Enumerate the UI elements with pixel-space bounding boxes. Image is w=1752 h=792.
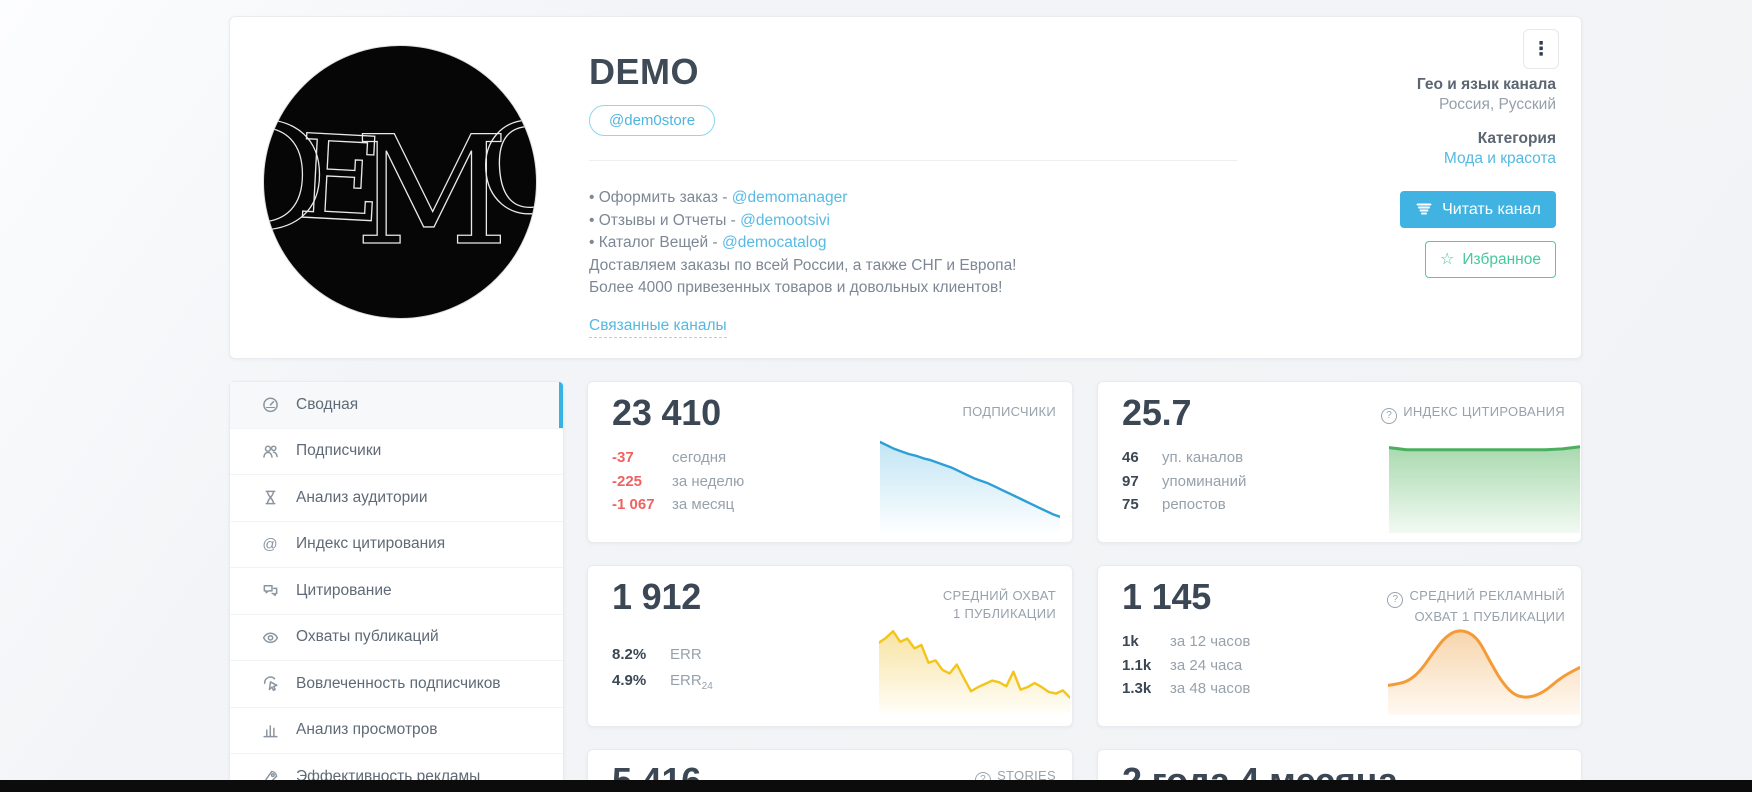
read-channel-icon bbox=[1416, 203, 1432, 215]
sidebar-item-engagement[interactable]: Вовлеченность подписчиков bbox=[230, 661, 563, 708]
sidebar-item-summary[interactable]: Сводная bbox=[230, 382, 563, 429]
sidebar-item-citations[interactable]: Цитирование bbox=[230, 568, 563, 615]
citation-index-sparkline bbox=[1387, 444, 1582, 533]
hourglass-icon bbox=[260, 489, 280, 506]
divider bbox=[589, 160, 1237, 161]
related-channels-link[interactable]: Связанные каналы bbox=[589, 317, 727, 338]
favorite-button[interactable]: ☆ Избранное bbox=[1425, 241, 1556, 278]
sidebar-item-views-analysis[interactable]: Анализ просмотров bbox=[230, 708, 563, 754]
description-line: • Отзывы и Отчеты - @demootsivi bbox=[589, 211, 830, 229]
subscribers-value: 23 410 bbox=[612, 392, 721, 433]
users-icon bbox=[260, 443, 280, 460]
help-icon[interactable]: ? bbox=[1387, 592, 1404, 608]
ad-reach-stats: 1k за 12 часов 1.1k за 24 часа 1.3k за 48 ч… bbox=[1122, 633, 1251, 697]
subscribers-sparkline bbox=[878, 440, 1062, 533]
avg-post-reach-value: 1 912 bbox=[612, 576, 702, 617]
bottom-black-strip bbox=[0, 780, 1752, 792]
avg-ad-reach-card-label: ? СРЕДНИЙ РЕКЛАМНЫЙ ОХВАТ 1 ПУБЛИКАЦИИ bbox=[1387, 587, 1565, 626]
quote-icon bbox=[260, 582, 280, 599]
geo-language-value: Россия, Русский bbox=[1439, 96, 1556, 113]
category-label: Категория bbox=[1477, 130, 1556, 147]
eye-icon bbox=[260, 629, 280, 646]
channel-profile-card: I D E M O DEMO @dem0store • Оформить зак… bbox=[229, 16, 1582, 359]
avg-ad-reach-sparkline bbox=[1386, 626, 1582, 715]
at-icon: @ bbox=[262, 535, 278, 553]
sidebar-item-audience-analysis[interactable]: Анализ аудитории bbox=[230, 475, 563, 522]
description-link[interactable]: @demomanager bbox=[732, 189, 848, 206]
help-icon[interactable]: ? bbox=[1381, 408, 1398, 424]
sidebar-item-post-reach[interactable]: Охваты публикаций bbox=[230, 615, 563, 661]
bar-chart-icon bbox=[260, 722, 280, 739]
channel-description: • Оформить заказ - @demomanager • Отзывы… bbox=[589, 187, 1017, 300]
channel-nav-sidebar: Сводная Подписчики Анализ аудитории @ Ин… bbox=[229, 381, 564, 792]
description-link[interactable]: @democatalog bbox=[722, 234, 827, 251]
subscribers-deltas: -37 сегодня -225 за неделю -1 067 за месяц bbox=[612, 449, 745, 513]
citation-index-card-label: ? ИНДЕКС ЦИТИРОВАНИЯ bbox=[1381, 403, 1565, 424]
description-line: Более 4000 привезенных товаров и довольн… bbox=[589, 279, 1003, 296]
description-link[interactable]: @demootsivi bbox=[740, 212, 830, 229]
description-line: • Каталог Вещей - @democatalog bbox=[589, 234, 827, 251]
sidebar-item-subscribers[interactable]: Подписчики bbox=[230, 429, 563, 475]
subscribers-card: 23 410 ПОДПИСЧИКИ -37 сегодня -225 за неде… bbox=[587, 381, 1073, 543]
avatar-letter: O bbox=[473, 94, 537, 246]
channel-handle-badge[interactable]: @dem0store bbox=[589, 105, 716, 136]
kebab-menu-icon: ⋮ bbox=[1531, 38, 1551, 60]
more-options-button[interactable]: ⋮ bbox=[1523, 29, 1559, 69]
citation-index-value: 25.7 bbox=[1122, 392, 1192, 433]
avg-ad-reach-card: 1 145 ? СРЕДНИЙ РЕКЛАМНЫЙ ОХВАТ 1 ПУБЛИКА… bbox=[1097, 565, 1582, 727]
page: I D E M O DEMO @dem0store • Оформить зак… bbox=[0, 0, 1752, 792]
avg-ad-reach-value: 1 145 bbox=[1122, 576, 1212, 617]
star-icon: ☆ bbox=[1440, 250, 1455, 268]
gauge-icon bbox=[260, 396, 280, 413]
subscribers-card-label: ПОДПИСЧИКИ bbox=[962, 404, 1056, 419]
pointer-icon bbox=[260, 675, 280, 692]
category-value-link[interactable]: Мода и красота bbox=[1226, 149, 1556, 169]
avg-post-reach-card: 1 912 СРЕДНИЙ ОХВАТ 1 ПУБЛИКАЦИИ 8.2% ERR… bbox=[587, 565, 1073, 727]
geo-language-label: Гео и язык канала bbox=[1416, 76, 1556, 93]
channel-meta: Гео и язык канала Россия, Русский Катего… bbox=[1226, 75, 1556, 278]
avg-post-reach-sparkline bbox=[877, 626, 1072, 714]
sidebar-item-citation-index[interactable]: @ Индекс цитирования bbox=[230, 522, 563, 568]
read-channel-button[interactable]: Читать канал bbox=[1400, 191, 1556, 228]
channel-avatar: I D E M O bbox=[263, 45, 537, 319]
err-stats: 8.2% ERR 4.9% ERR24 bbox=[612, 646, 713, 692]
description-line: • Оформить заказ - @demomanager bbox=[589, 189, 848, 206]
citation-index-stats: 46 уп. каналов 97 упоминаний 75 репостов bbox=[1122, 449, 1247, 513]
channel-title: DEMO bbox=[589, 51, 699, 92]
description-line: Доставляем заказы по всей России, а такж… bbox=[589, 256, 1017, 274]
citation-index-card: 25.7 ? ИНДЕКС ЦИТИРОВАНИЯ 46 уп. каналов 9… bbox=[1097, 381, 1582, 543]
avg-post-reach-card-label: СРЕДНИЙ ОХВАТ 1 ПУБЛИКАЦИИ bbox=[942, 588, 1056, 621]
